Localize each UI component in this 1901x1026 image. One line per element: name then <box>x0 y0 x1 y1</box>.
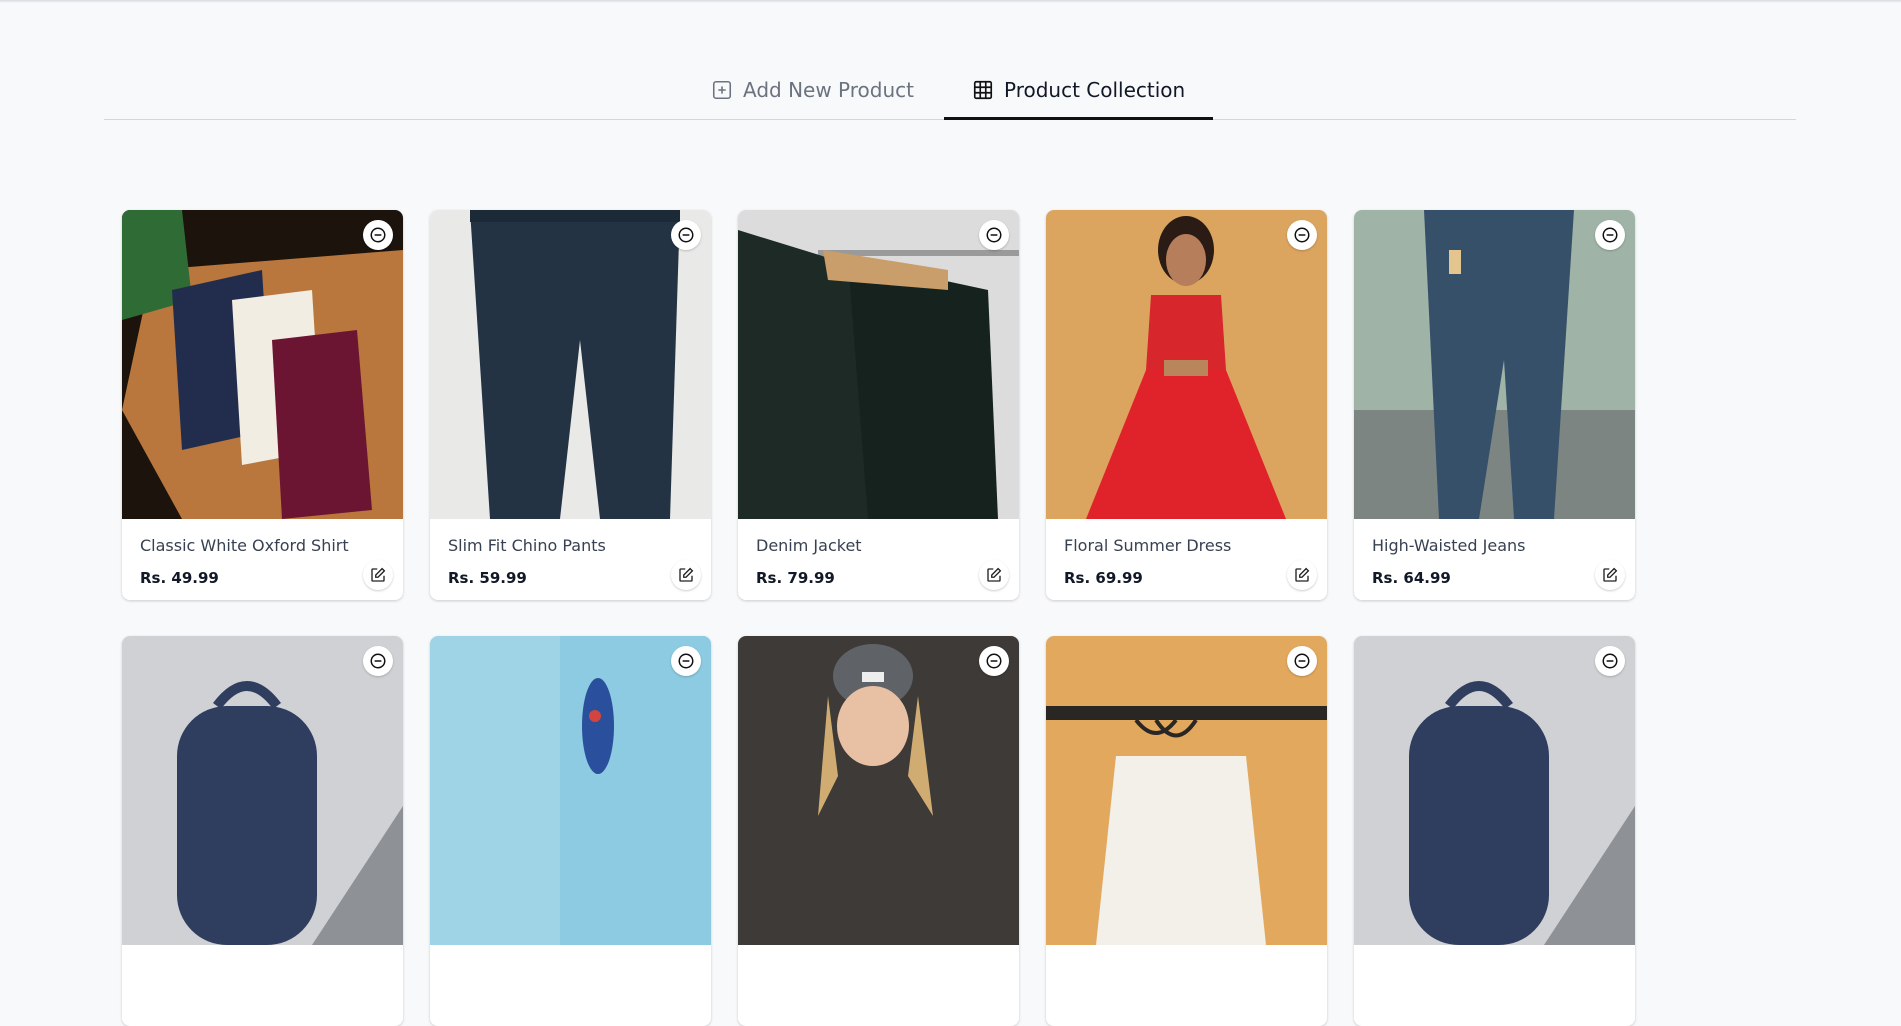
product-image <box>738 210 1019 519</box>
remove-button[interactable] <box>671 646 701 676</box>
product-image <box>738 636 1019 945</box>
edit-button[interactable] <box>1595 560 1625 590</box>
product-name: High-Waisted Jeans <box>1372 536 1526 555</box>
edit-button[interactable] <box>671 560 701 590</box>
header-shadow <box>0 0 1901 3</box>
remove-button[interactable] <box>363 646 393 676</box>
remove-button[interactable] <box>363 220 393 250</box>
edit-button[interactable] <box>979 560 1009 590</box>
product-image <box>1354 210 1635 519</box>
tab-label: Product Collection <box>1004 78 1186 102</box>
edit-button[interactable] <box>1287 560 1317 590</box>
product-card[interactable]: Denim Jacket Rs. 79.99 <box>738 210 1019 600</box>
product-price: Rs. 69.99 <box>1064 569 1143 587</box>
tab-add-new-product[interactable]: Add New Product <box>711 62 914 118</box>
product-price: Rs. 59.99 <box>448 569 527 587</box>
minus-circle-icon <box>1293 652 1311 670</box>
product-card[interactable]: Classic White Oxford Shirt Rs. 49.99 <box>122 210 403 600</box>
product-card[interactable]: High-Waisted Jeans Rs. 64.99 <box>1354 210 1635 600</box>
product-card[interactable]: Slim Fit Chino Pants Rs. 59.99 <box>430 210 711 600</box>
tab-label: Add New Product <box>743 78 914 102</box>
tab-product-collection[interactable]: Product Collection <box>944 62 1214 120</box>
minus-circle-icon <box>1293 226 1311 244</box>
product-image <box>430 210 711 519</box>
product-name: Floral Summer Dress <box>1064 536 1232 555</box>
tab-bar: Add New Product Product Collection <box>104 62 1796 120</box>
minus-circle-icon <box>369 652 387 670</box>
product-card[interactable] <box>122 636 403 1026</box>
minus-circle-icon <box>985 226 1003 244</box>
plus-square-icon <box>711 79 733 101</box>
product-card[interactable] <box>1354 636 1635 1026</box>
edit-button[interactable] <box>363 560 393 590</box>
edit-icon <box>369 566 387 584</box>
minus-circle-icon <box>1601 652 1619 670</box>
minus-circle-icon <box>369 226 387 244</box>
product-card[interactable] <box>430 636 711 1026</box>
remove-button[interactable] <box>1595 646 1625 676</box>
product-price: Rs. 49.99 <box>140 569 219 587</box>
minus-circle-icon <box>985 652 1003 670</box>
product-card[interactable]: Floral Summer Dress Rs. 69.99 <box>1046 210 1327 600</box>
product-image <box>1354 636 1635 945</box>
product-image <box>122 210 403 519</box>
product-image <box>122 636 403 945</box>
edit-icon <box>1601 566 1619 584</box>
product-card[interactable] <box>1046 636 1327 1026</box>
minus-circle-icon <box>677 652 695 670</box>
product-name: Classic White Oxford Shirt <box>140 536 349 555</box>
product-name: Slim Fit Chino Pants <box>448 536 606 555</box>
product-image <box>1046 636 1327 945</box>
edit-icon <box>677 566 695 584</box>
product-card[interactable] <box>738 636 1019 1026</box>
edit-icon <box>1293 566 1311 584</box>
product-price: Rs. 64.99 <box>1372 569 1451 587</box>
product-name: Denim Jacket <box>756 536 862 555</box>
product-image <box>1046 210 1327 519</box>
remove-button[interactable] <box>979 646 1009 676</box>
minus-circle-icon <box>1601 226 1619 244</box>
remove-button[interactable] <box>1595 220 1625 250</box>
remove-button[interactable] <box>671 220 701 250</box>
remove-button[interactable] <box>1287 220 1317 250</box>
edit-icon <box>985 566 1003 584</box>
product-price: Rs. 79.99 <box>756 569 835 587</box>
product-image <box>430 636 711 945</box>
remove-button[interactable] <box>979 220 1009 250</box>
grid-icon <box>972 79 994 101</box>
minus-circle-icon <box>677 226 695 244</box>
remove-button[interactable] <box>1287 646 1317 676</box>
